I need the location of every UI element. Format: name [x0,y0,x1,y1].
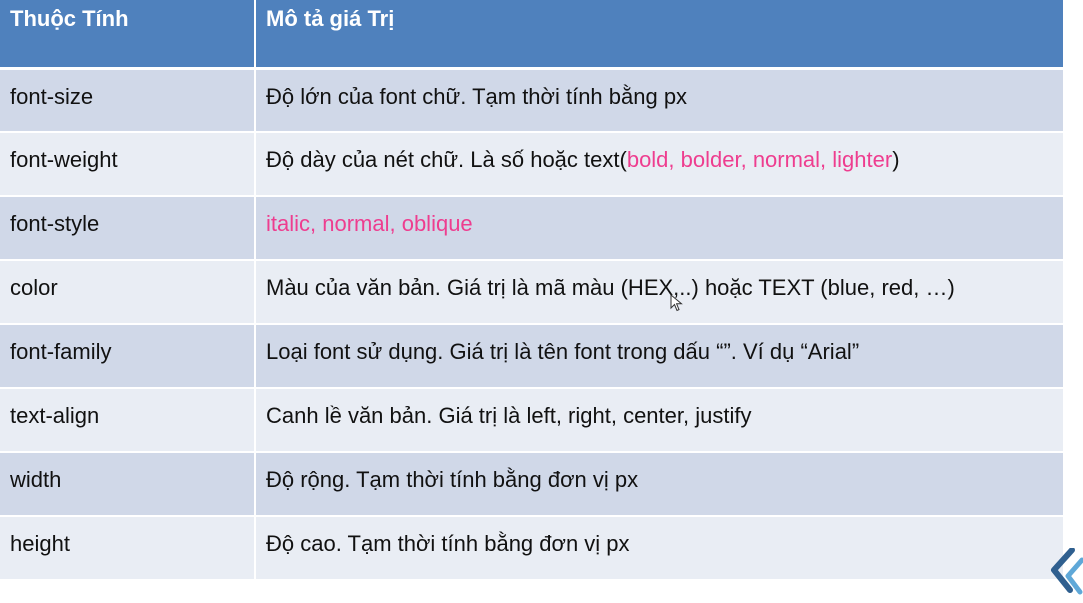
chevron-logo-icon [1051,548,1083,595]
property-description: Loại font sử dụng. Giá trị là tên font t… [255,324,1063,389]
property-name: color [0,260,256,325]
property-description: Canh lề văn bản. Giá trị là left, right,… [255,388,1063,453]
property-description: Độ dày của nét chữ. Là số hoặc text(bold… [255,132,1063,197]
table-row: color Màu của văn bản. Giá trị là mã màu… [0,260,1063,325]
mouse-pointer-icon [670,294,683,312]
property-description: Độ lớn của font chữ. Tạm thời tính bằng … [255,68,1063,133]
table-row: font-size Độ lớn của font chữ. Tạm thời … [0,68,1063,133]
property-name: font-size [0,68,256,133]
css-properties-table: Thuộc Tính Mô tả giá Trị font-size Độ lớ… [0,0,1063,581]
slide: Thuộc Tính Mô tả giá Trị font-size Độ lớ… [0,0,1083,603]
highlighted-values: italic, normal, oblique [266,211,473,236]
description-text: ) [892,147,900,172]
property-description: italic, normal, oblique [255,196,1063,261]
property-description: Độ cao. Tạm thời tính bằng đơn vị px [255,516,1063,581]
table-row: font-style italic, normal, oblique [0,196,1063,261]
header-property: Thuộc Tính [0,0,256,70]
property-name: font-weight [0,132,256,197]
table-row: font-weight Độ dày của nét chữ. Là số ho… [0,132,1063,197]
table-row: text-align Canh lề văn bản. Giá trị là l… [0,388,1063,453]
description-text: Độ dày của nét chữ. Là số hoặc text( [266,147,627,172]
property-name: width [0,452,256,517]
property-name: text-align [0,388,256,453]
highlighted-values: bold, bolder, normal, lighter [626,147,893,172]
table-row: height Độ cao. Tạm thời tính bằng đơn vị… [0,516,1063,581]
property-description: Màu của văn bản. Giá trị là mã màu (HEX,… [255,260,1063,325]
table-row: width Độ rộng. Tạm thời tính bằng đơn vị… [0,452,1063,517]
property-name: height [0,516,256,581]
table-header-row: Thuộc Tính Mô tả giá Trị [0,0,1063,70]
header-description: Mô tả giá Trị [255,0,1063,70]
property-name: font-family [0,324,256,389]
table-row: font-family Loại font sử dụng. Giá trị l… [0,324,1063,389]
property-description: Độ rộng. Tạm thời tính bằng đơn vị px [255,452,1063,517]
property-name: font-style [0,196,256,261]
